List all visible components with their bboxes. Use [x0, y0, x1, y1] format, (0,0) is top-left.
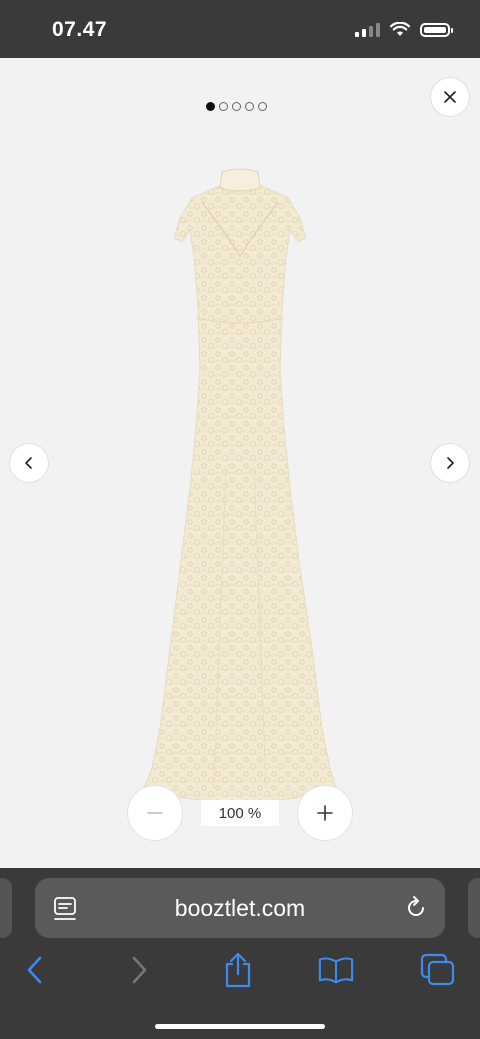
zoom-out-button[interactable]	[128, 786, 182, 840]
chevron-right-icon	[447, 457, 454, 469]
zoom-level: 100 %	[201, 800, 279, 826]
share-icon	[225, 952, 251, 988]
status-icons	[355, 22, 453, 37]
wifi-icon	[390, 22, 410, 36]
cellular-signal-icon	[355, 22, 380, 37]
battery-icon	[420, 22, 453, 37]
home-indicator[interactable]	[155, 1024, 325, 1029]
tabs-button[interactable]	[420, 952, 456, 988]
back-button[interactable]	[17, 952, 53, 988]
forward-icon	[132, 956, 147, 984]
next-image-button[interactable]	[431, 444, 469, 482]
image-viewer: 100 %	[0, 58, 480, 868]
address-bar[interactable]: booztlet.com	[35, 878, 445, 938]
pagination-dot-4[interactable]	[245, 102, 254, 111]
next-tab-preview[interactable]	[468, 878, 480, 938]
pagination-dots	[206, 102, 267, 111]
close-icon	[444, 91, 456, 103]
pagination-dot-5[interactable]	[258, 102, 267, 111]
share-button[interactable]	[220, 952, 256, 988]
tabs-icon	[420, 953, 455, 986]
bookmarks-button[interactable]	[318, 952, 354, 988]
reload-icon[interactable]	[403, 895, 429, 921]
previous-image-button[interactable]	[10, 444, 48, 482]
status-time: 07.47	[52, 18, 108, 41]
chevron-left-icon	[25, 457, 32, 469]
back-icon	[27, 956, 42, 984]
status-bar: 07.47	[0, 0, 480, 58]
bookmarks-icon	[318, 957, 354, 984]
product-image[interactable]	[130, 168, 350, 808]
zoom-in-button[interactable]	[298, 786, 352, 840]
minus-icon	[147, 812, 163, 814]
browser-bar: booztlet.com	[0, 868, 480, 1039]
plus-icon	[317, 805, 333, 821]
previous-tab-preview[interactable]	[0, 878, 12, 938]
pagination-dot-3[interactable]	[232, 102, 241, 111]
lace-dress-image	[143, 168, 337, 803]
pagination-dot-2[interactable]	[219, 102, 228, 111]
forward-button[interactable]	[121, 952, 157, 988]
close-button[interactable]	[431, 78, 469, 116]
url-text[interactable]: booztlet.com	[35, 895, 445, 922]
pagination-dot-1[interactable]	[206, 102, 215, 111]
